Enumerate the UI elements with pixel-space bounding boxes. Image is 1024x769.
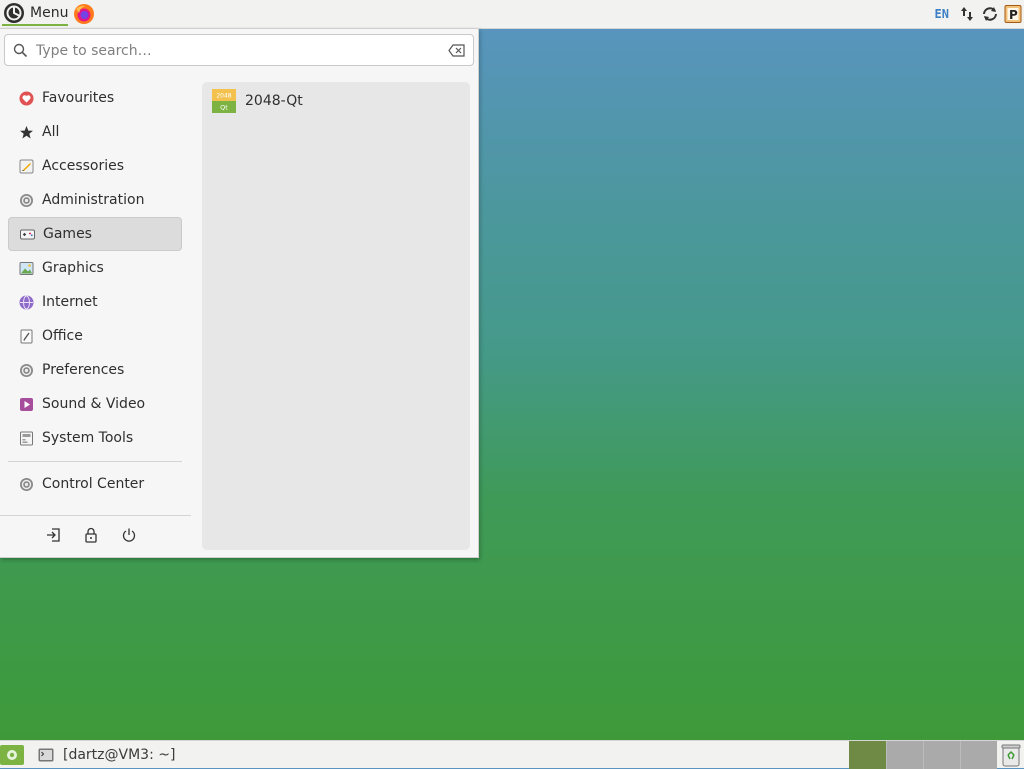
- bottom-panel: [dartz@VM3: ~]: [0, 740, 1024, 769]
- category-label: Office: [42, 328, 83, 344]
- mate-logo-icon: [4, 3, 24, 23]
- terminal-icon: [38, 748, 54, 761]
- category-office[interactable]: Office: [8, 319, 182, 353]
- keyboard-layout-indicator[interactable]: EN: [931, 7, 953, 21]
- category-preferences[interactable]: Preferences: [8, 353, 182, 387]
- menu-active-indicator: [2, 24, 69, 26]
- category-label: Preferences: [42, 362, 125, 378]
- control-center-item[interactable]: Control Center: [8, 467, 182, 501]
- session-separator: [0, 515, 191, 516]
- gear-icon: [20, 363, 33, 377]
- power-icon: [122, 528, 136, 542]
- workspace-1[interactable]: [849, 741, 886, 769]
- graphics-icon: [19, 261, 34, 275]
- search-box: [4, 34, 474, 66]
- workspace-4[interactable]: [960, 741, 997, 769]
- svg-text:P: P: [1009, 8, 1018, 22]
- category-separator: [8, 461, 182, 462]
- office-icon: [20, 329, 33, 343]
- taskbar-label: [dartz@VM3: ~]: [63, 746, 176, 763]
- app-2048-qt[interactable]: 2048 Qt 2048-Qt: [212, 88, 303, 114]
- app-label: 2048-Qt: [245, 93, 303, 109]
- category-label: Accessories: [42, 158, 125, 174]
- multimedia-icon: [20, 397, 33, 411]
- application-menu: Favourites All Accessories Administratio…: [0, 28, 479, 558]
- trash-icon[interactable]: [1000, 743, 1022, 767]
- accessories-icon: [19, 159, 34, 173]
- game-2048-icon-top-text: 2048: [216, 93, 231, 100]
- heart-icon: [19, 91, 34, 105]
- main-menu-button[interactable]: Menu: [0, 0, 69, 26]
- category-system-tools[interactable]: System Tools: [8, 421, 182, 455]
- category-list: Favourites All Accessories Administratio…: [8, 81, 182, 455]
- clear-search-icon[interactable]: [448, 44, 465, 57]
- gamepad-icon: [20, 229, 35, 239]
- category-graphics[interactable]: Graphics: [8, 251, 182, 285]
- category-label: Administration: [42, 192, 145, 208]
- applications-pane: 2048 Qt 2048-Qt: [202, 82, 470, 550]
- gear-icon: [20, 193, 33, 207]
- workspace-2[interactable]: [886, 741, 923, 769]
- taskbar-button-terminal[interactable]: [dartz@VM3: ~]: [32, 741, 181, 768]
- workspace-3[interactable]: [923, 741, 960, 769]
- lock-icon: [85, 527, 97, 543]
- category-label: System Tools: [42, 430, 134, 446]
- category-all[interactable]: All: [8, 115, 182, 149]
- category-label: Internet: [42, 294, 98, 310]
- top-panel: Menu EN P: [0, 0, 1024, 29]
- category-sound-video[interactable]: Sound & Video: [8, 387, 182, 421]
- category-games[interactable]: Games: [8, 217, 182, 251]
- category-label: Sound & Video: [42, 396, 146, 412]
- category-favourites[interactable]: Favourites: [8, 81, 182, 115]
- category-label: All: [42, 124, 60, 140]
- firefox-icon[interactable]: [73, 3, 95, 25]
- globe-icon: [19, 295, 34, 309]
- category-administration[interactable]: Administration: [8, 183, 182, 217]
- update-icon[interactable]: [981, 5, 999, 23]
- logout-button[interactable]: [44, 526, 62, 544]
- power-button[interactable]: [120, 526, 138, 544]
- category-label: Games: [43, 226, 92, 242]
- search-icon: [13, 43, 28, 58]
- system-tools-icon: [20, 431, 33, 445]
- category-accessories[interactable]: Accessories: [8, 149, 182, 183]
- control-center-label: Control Center: [42, 476, 145, 492]
- search-input[interactable]: [34, 39, 438, 63]
- system-tray: EN P: [931, 0, 1022, 28]
- lock-button[interactable]: [82, 526, 100, 544]
- session-buttons: [44, 526, 138, 544]
- logout-icon: [47, 528, 60, 542]
- star-icon: [20, 125, 33, 138]
- category-label: Graphics: [42, 260, 104, 276]
- game-2048-icon: 2048 Qt: [212, 89, 236, 113]
- category-label: Favourites: [42, 90, 115, 106]
- parcellite-clipboard-icon[interactable]: P: [1004, 5, 1022, 23]
- show-desktop-icon[interactable]: [0, 745, 24, 765]
- gear-icon: [20, 477, 33, 491]
- control-center-group: Control Center: [8, 467, 182, 501]
- menu-label: Menu: [30, 5, 69, 21]
- workspace-switcher: [849, 741, 997, 769]
- category-internet[interactable]: Internet: [8, 285, 182, 319]
- game-2048-icon-bottom-text: Qt: [220, 104, 228, 112]
- network-icon[interactable]: [958, 5, 976, 23]
